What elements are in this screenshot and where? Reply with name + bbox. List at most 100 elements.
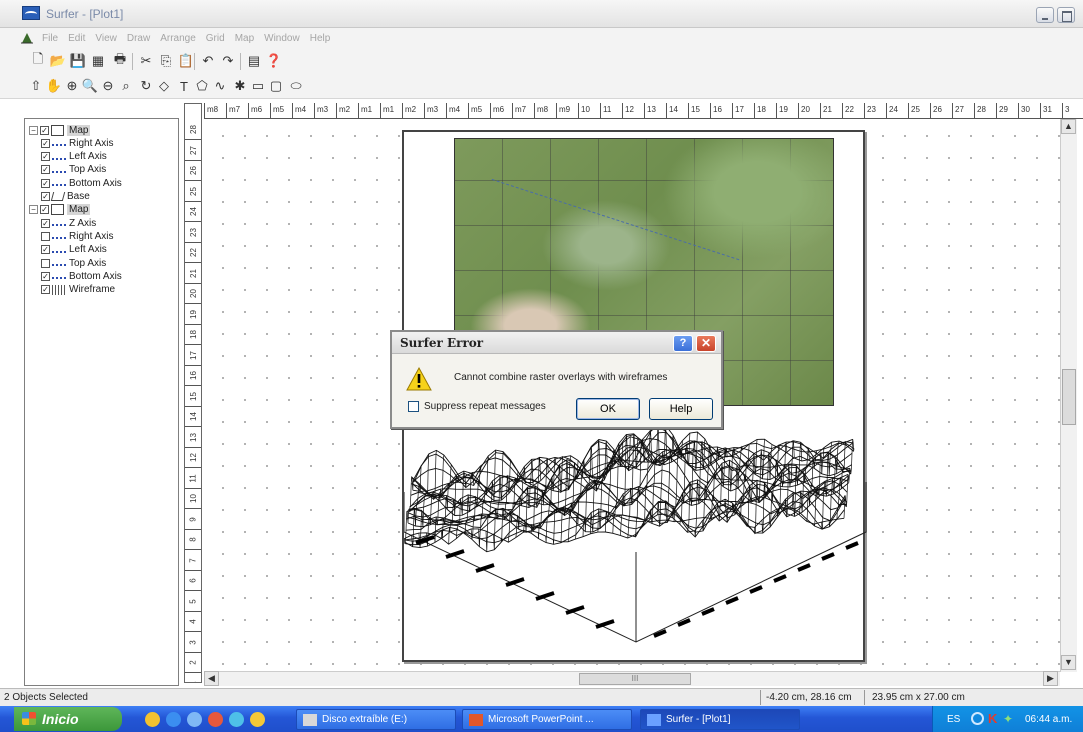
- visibility-checkbox[interactable]: ✓: [41, 165, 50, 175]
- tree-item-left-axis[interactable]: ✓ Left Axis: [41, 243, 107, 257]
- ok-button[interactable]: OK: [576, 398, 640, 420]
- visibility-checkbox[interactable]: [41, 231, 50, 241]
- menu-grid[interactable]: Grid: [206, 33, 225, 44]
- quicklaunch-messenger-icon[interactable]: [229, 712, 244, 727]
- visibility-checkbox[interactable]: ✓: [41, 271, 50, 281]
- new-document-icon[interactable]: 🗋: [30, 51, 46, 69]
- visibility-checkbox[interactable]: ✓: [41, 138, 50, 148]
- reshape-icon[interactable]: ◇: [156, 78, 172, 94]
- tree-item-right-axis[interactable]: ✓ Right Axis: [41, 136, 113, 150]
- menu-help[interactable]: Help: [310, 33, 331, 44]
- visibility-checkbox[interactable]: ✓: [41, 152, 50, 162]
- zoom-rect-icon[interactable]: 🔍: [82, 78, 98, 94]
- menu-view[interactable]: View: [95, 33, 117, 44]
- visibility-checkbox[interactable]: ✓: [41, 285, 50, 295]
- visibility-checkbox[interactable]: ✓: [41, 245, 50, 255]
- network-tray-icon[interactable]: [971, 712, 984, 725]
- visibility-checkbox[interactable]: ✓: [40, 125, 49, 135]
- text-icon[interactable]: T: [176, 78, 192, 94]
- print-icon[interactable]: 🖶: [112, 51, 128, 69]
- scroll-up-button[interactable]: ▲: [1061, 119, 1076, 134]
- quicklaunch-media-icon[interactable]: [208, 712, 223, 727]
- polygon-icon[interactable]: ⬠: [194, 78, 210, 94]
- redo-icon[interactable]: ↷: [220, 53, 236, 69]
- tree-item-bottom-axis[interactable]: ✓ Bottom Axis: [41, 269, 122, 283]
- ruler-tick: 10: [185, 489, 201, 509]
- symbol-icon[interactable]: ✱: [232, 78, 248, 94]
- surfer-app-icon[interactable]: [22, 6, 40, 20]
- tree-item-right-axis[interactable]: Right Axis: [41, 229, 113, 243]
- start-button[interactable]: Inicio: [14, 707, 122, 731]
- zoom-page-icon[interactable]: ⌕: [118, 78, 134, 94]
- cut-icon[interactable]: ✂: [138, 53, 154, 69]
- tree-item-top-axis[interactable]: Top Axis: [41, 256, 106, 270]
- suppress-messages-option[interactable]: Suppress repeat messages: [408, 401, 546, 412]
- paste-icon[interactable]: 📋: [178, 53, 194, 69]
- scroll-left-button[interactable]: ◀: [204, 671, 219, 686]
- horizontal-scrollbar[interactable]: ◀ III ▶: [204, 671, 1060, 686]
- quicklaunch-smiley-icon[interactable]: [250, 712, 265, 727]
- context-help-icon[interactable]: ❓: [266, 53, 282, 69]
- menu-draw[interactable]: Draw: [127, 33, 150, 44]
- antivirus-tray-icon[interactable]: K: [988, 711, 997, 726]
- dialog-close-button[interactable]: ✕: [696, 335, 716, 352]
- wireframe-surface[interactable]: [404, 422, 867, 672]
- save-icon[interactable]: 💾: [70, 53, 86, 69]
- suppress-checkbox[interactable]: [408, 401, 419, 412]
- vertical-scrollbar[interactable]: ▲ ▼: [1060, 119, 1077, 672]
- taskbar-button[interactable]: Disco extraíble (E:): [296, 709, 456, 730]
- ellipse-icon[interactable]: ⬭: [288, 78, 304, 94]
- minimize-button[interactable]: [1036, 7, 1054, 23]
- copy-icon[interactable]: ⎘: [158, 53, 174, 69]
- tree-item-top-axis[interactable]: ✓ Top Axis: [41, 163, 106, 177]
- tree-item-left-axis[interactable]: ✓ Left Axis: [41, 150, 107, 164]
- maximize-button[interactable]: [1057, 7, 1075, 23]
- menu-window[interactable]: Window: [264, 33, 300, 44]
- menu-file[interactable]: File: [42, 33, 58, 44]
- zoom-out-icon[interactable]: ⊖: [100, 78, 116, 94]
- scroll-down-button[interactable]: ▼: [1061, 655, 1076, 670]
- tree-item-z-axis[interactable]: ✓ Z Axis: [41, 216, 96, 230]
- security-tray-icon[interactable]: ✦: [1003, 712, 1013, 726]
- visibility-checkbox[interactable]: ✓: [41, 192, 50, 201]
- menu-arrange[interactable]: Arrange: [160, 33, 196, 44]
- rotate-icon[interactable]: ↻: [138, 78, 154, 94]
- taskbar-button[interactable]: Surfer - [Plot1]: [640, 709, 800, 730]
- help-button[interactable]: Help: [649, 398, 713, 420]
- vertical-scroll-thumb[interactable]: [1062, 369, 1076, 425]
- object-manager[interactable]: − ✓ Map ✓ Right Axis ✓ Left Axis ✓ Top Axis ✓ Bott…: [24, 118, 179, 686]
- menu-edit[interactable]: Edit: [68, 33, 85, 44]
- polyline-icon[interactable]: ∿: [212, 78, 228, 94]
- taskbar-button[interactable]: Microsoft PowerPoint ...: [462, 709, 632, 730]
- tree-collapse-icon[interactable]: −: [29, 125, 38, 135]
- pan-hand-icon[interactable]: ✋: [46, 78, 62, 94]
- tree-item-map[interactable]: − ✓ Map: [29, 123, 91, 137]
- zoom-in-icon[interactable]: ⊕: [64, 78, 80, 94]
- visibility-checkbox[interactable]: [41, 258, 50, 268]
- quicklaunch-ie-icon[interactable]: [166, 712, 181, 727]
- tree-collapse-icon[interactable]: −: [29, 205, 38, 215]
- object-info-icon[interactable]: ▤: [246, 53, 262, 69]
- quicklaunch-desktop-icon[interactable]: [187, 712, 202, 727]
- undo-icon[interactable]: ↶: [200, 53, 216, 69]
- dialog-help-title-button[interactable]: ?: [673, 335, 693, 352]
- document-menu-icon[interactable]: [20, 31, 34, 45]
- visibility-checkbox[interactable]: ✓: [41, 178, 50, 188]
- scroll-right-button[interactable]: ▶: [1043, 671, 1058, 686]
- rectangle-icon[interactable]: ▭: [250, 78, 266, 94]
- language-indicator[interactable]: ES: [947, 714, 960, 725]
- tree-item-bottom-axis[interactable]: ✓ Bottom Axis: [41, 176, 122, 190]
- quicklaunch-folder-icon[interactable]: [145, 712, 160, 727]
- visibility-checkbox[interactable]: ✓: [41, 218, 50, 228]
- rounded-rect-icon[interactable]: ▢: [268, 78, 284, 94]
- tree-item-wireframe[interactable]: ✓ Wireframe: [41, 283, 115, 297]
- grid-icon[interactable]: ▦: [90, 53, 106, 69]
- ruler-tick: 11: [185, 469, 201, 489]
- horizontal-scroll-thumb[interactable]: III: [579, 673, 691, 685]
- tree-item-map[interactable]: − ✓ Map: [29, 203, 91, 217]
- pointer-icon[interactable]: ⇧: [28, 78, 44, 94]
- tree-item-base[interactable]: ✓ Base: [41, 190, 90, 204]
- menu-map[interactable]: Map: [235, 33, 254, 44]
- open-folder-icon[interactable]: 📂: [50, 53, 66, 69]
- visibility-checkbox[interactable]: ✓: [40, 205, 49, 215]
